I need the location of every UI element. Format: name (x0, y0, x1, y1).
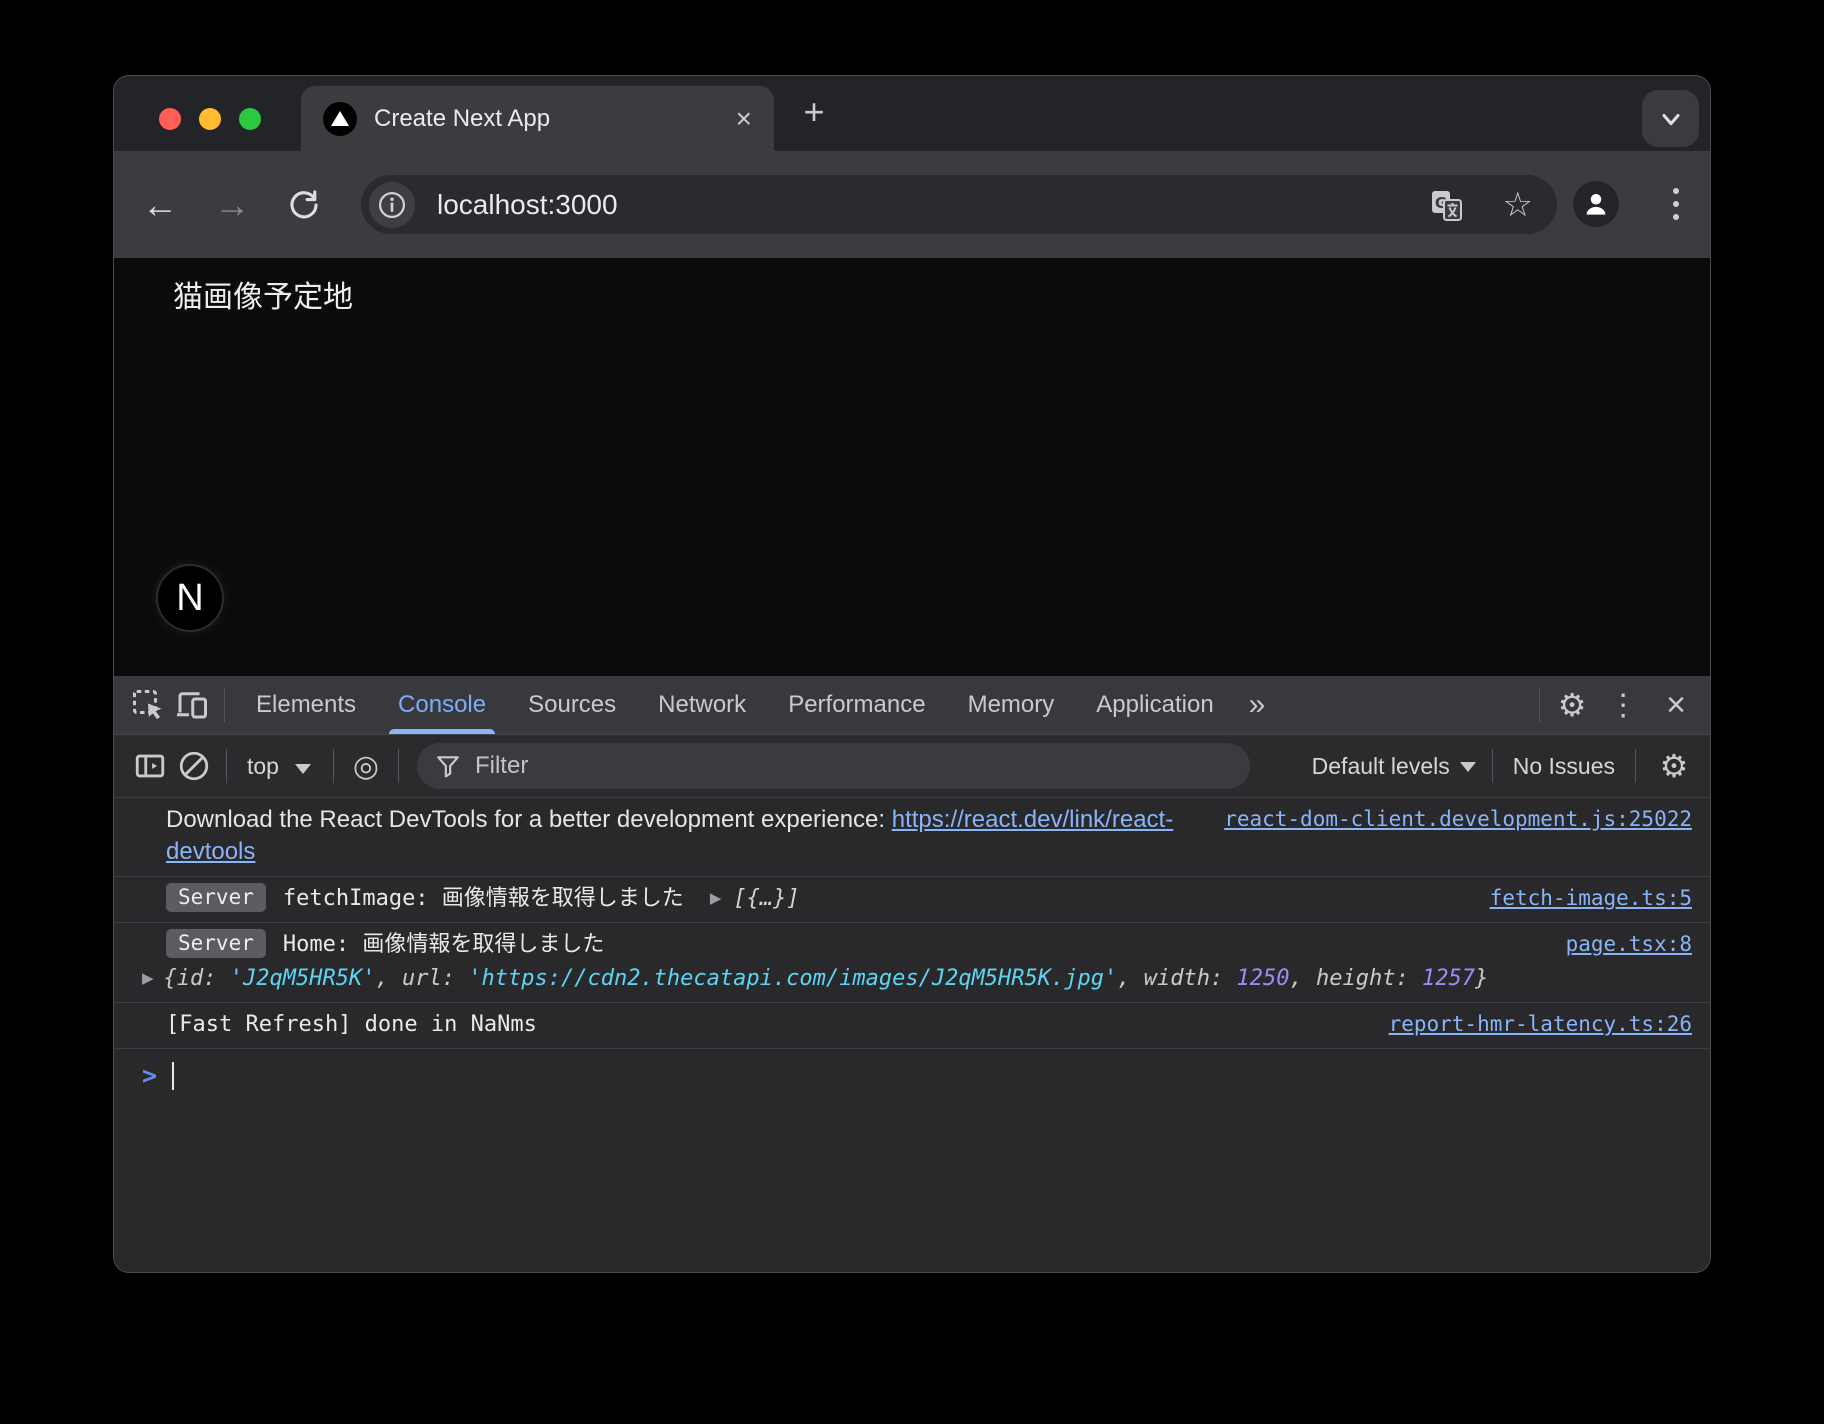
expand-triangle-icon[interactable]: ▶ (142, 969, 154, 987)
divider (226, 749, 227, 783)
url-text[interactable]: localhost:3000 (437, 189, 618, 221)
devtools-tab-bar: Elements Console Sources Network Perform… (114, 676, 1710, 735)
browser-tab[interactable]: Create Next App × (301, 86, 774, 151)
source-link[interactable]: fetch-image.ts:5 (1490, 883, 1692, 914)
devtools-tab-bar-actions: ⚙ ⋮ × (1529, 683, 1698, 727)
devtools-settings-gear-icon[interactable]: ⚙ (1550, 683, 1594, 727)
log-levels-dropdown[interactable]: Default levels (1312, 753, 1476, 780)
text-cursor (172, 1062, 174, 1090)
server-badge: Server (166, 929, 266, 958)
bookmark-star-icon[interactable]: ☆ (1503, 185, 1533, 225)
zoom-window-button[interactable] (239, 108, 261, 130)
tab-title: Create Next App (374, 105, 550, 133)
new-tab-button[interactable]: + (792, 90, 836, 134)
more-tabs-button[interactable]: » (1235, 688, 1280, 722)
server-badge: Server (166, 883, 266, 912)
inspect-element-button[interactable] (126, 683, 170, 727)
minimize-window-button[interactable] (199, 108, 221, 130)
reload-button[interactable] (282, 183, 326, 227)
context-label: top (247, 753, 279, 779)
console-message-fast-refresh: report-hmr-latency.ts:26 [Fast Refresh] … (114, 1003, 1710, 1049)
console-filter[interactable] (417, 743, 1250, 789)
devtools-close-button[interactable]: × (1652, 688, 1698, 722)
source-link[interactable]: report-hmr-latency.ts:26 (1389, 1009, 1692, 1040)
expand-triangle-icon[interactable]: ▶ (710, 889, 722, 907)
close-window-button[interactable] (159, 108, 181, 130)
window-controls (159, 108, 261, 130)
console-settings-gear-icon[interactable]: ⚙ (1652, 744, 1696, 788)
site-info-button[interactable] (369, 182, 415, 228)
prompt-chevron-icon: > (142, 1061, 157, 1090)
live-expression-eye-button[interactable]: ◎ (344, 744, 388, 788)
device-toolbar-button[interactable] (170, 683, 214, 727)
source-link[interactable]: page.tsx:8 (1566, 929, 1692, 960)
reload-icon (287, 188, 321, 222)
console-message-react-devtools: react-dom-client.development.js:25022 Do… (114, 798, 1710, 877)
divider (398, 749, 399, 783)
page-viewport: 猫画像予定地 N (114, 258, 1710, 676)
context-selector[interactable]: top (237, 753, 311, 780)
browser-menu-button[interactable] (1654, 181, 1698, 227)
object-preview[interactable]: {id: 'J2qM5HR5K', url: 'https://cdn2.the… (164, 966, 1489, 991)
tab-close-icon[interactable]: × (736, 105, 752, 133)
message-text: Download the React DevTools for a better… (166, 806, 892, 833)
message-text: [Fast Refresh] done in NaNms (166, 1012, 537, 1037)
devtools-menu-button[interactable]: ⋮ (1594, 688, 1652, 723)
divider (1635, 749, 1636, 783)
forward-button[interactable]: → (210, 183, 254, 227)
nextjs-devtools-badge[interactable]: N (156, 564, 224, 632)
message-text: Home: 画像情報を取得しました (283, 932, 604, 957)
object-preview[interactable]: [{…}] (733, 886, 799, 911)
person-icon (1581, 189, 1611, 219)
chevron-down-icon (295, 764, 311, 774)
clear-console-button[interactable] (172, 744, 216, 788)
filter-funnel-icon (435, 753, 461, 779)
console-message-fetchimage: fetch-image.ts:5 Server fetchImage: 画像情報を… (114, 877, 1710, 923)
message-text: fetchImage: 画像情報を取得しました (283, 886, 684, 911)
tab-performance[interactable]: Performance (767, 676, 946, 734)
chevron-down-icon (1460, 762, 1476, 772)
chevron-down-icon (1657, 105, 1685, 133)
console-sidebar-toggle-button[interactable] (128, 744, 172, 788)
info-icon (377, 190, 407, 220)
cat-image-placeholder-text: 猫画像予定地 (173, 272, 353, 316)
divider (1492, 749, 1493, 783)
log-levels-label: Default levels (1312, 753, 1450, 779)
divider (333, 749, 334, 783)
tab-strip: Create Next App × + (114, 76, 1710, 151)
tab-search-chevron-button[interactable] (1642, 90, 1699, 147)
console-prompt[interactable]: > (114, 1049, 1710, 1098)
console-message-home: page.tsx:8 Server Home: 画像情報を取得しました ▶ {id:… (114, 923, 1710, 1003)
console-output: react-dom-client.development.js:25022 Do… (114, 798, 1710, 1272)
device-toolbar-icon (174, 687, 210, 723)
url-bar-actions: G ☆ (1429, 185, 1533, 225)
translate-icon[interactable]: G (1429, 187, 1465, 223)
divider (224, 688, 225, 722)
back-button[interactable]: ← (138, 183, 182, 227)
tab-sources[interactable]: Sources (507, 676, 637, 734)
url-bar[interactable]: localhost:3000 G ☆ (361, 175, 1557, 234)
profile-avatar[interactable] (1573, 181, 1619, 227)
inspect-cursor-icon (130, 687, 166, 723)
sidebar-icon (133, 749, 167, 783)
tab-console[interactable]: Console (377, 676, 507, 734)
issues-counter[interactable]: No Issues (1509, 753, 1619, 780)
console-toolbar: top ◎ Default levels No Issues ⚙ (114, 735, 1710, 798)
tab-application[interactable]: Application (1075, 676, 1234, 734)
browser-toolbar: ← → localhost:3000 G (114, 151, 1710, 258)
source-link[interactable]: react-dom-client.development.js:25022 (1224, 804, 1692, 835)
devtools-panel: Elements Console Sources Network Perform… (114, 676, 1710, 1272)
tab-elements[interactable]: Elements (235, 676, 377, 734)
filter-input[interactable] (475, 752, 1075, 780)
divider (1539, 688, 1540, 722)
nextjs-favicon-icon (323, 102, 357, 136)
tab-memory[interactable]: Memory (947, 676, 1076, 734)
tab-network[interactable]: Network (637, 676, 767, 734)
browser-window: Create Next App × + ← → (113, 75, 1711, 1273)
clear-icon (177, 749, 211, 783)
